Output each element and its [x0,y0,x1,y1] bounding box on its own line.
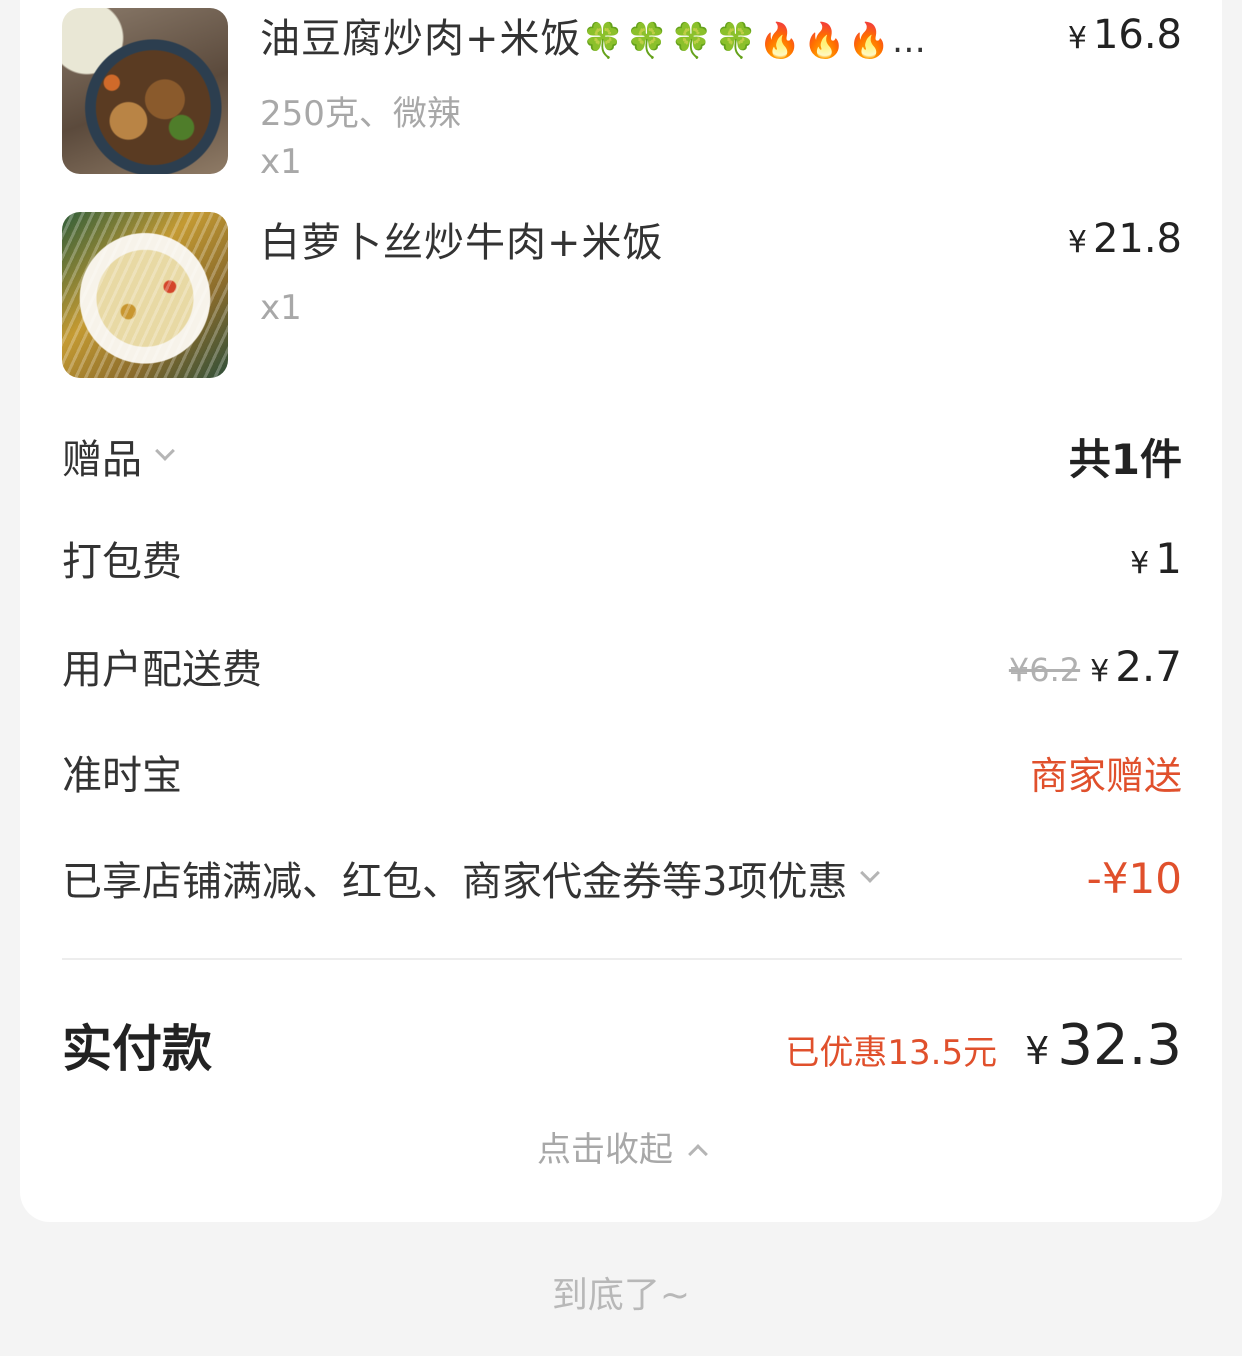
discounts-label: 已享店铺满减、红包、商家代金券等3项优惠 [62,849,881,907]
ontime-guarantee-value: 商家赠送 [1029,753,1182,798]
total-label: 实付款 [62,1020,212,1078]
delivery-fee-row: 用户配送费 ¥6.2 ¥2.7 [62,636,1182,696]
order-item[interactable]: 白萝卜丝炒牛肉+米饭 x1 ¥21.8 [62,212,1182,380]
chevron-up-icon [688,1144,708,1164]
item-spec: 250克、微辣 [260,94,461,134]
dish-tofu-pork-image [62,8,228,174]
item-quantity: x1 [260,288,302,328]
discounts-value: -¥10 [1086,853,1182,903]
item-quantity: x1 [260,142,302,182]
delivery-fee-value: ¥6.2 ¥2.7 [1008,641,1182,691]
item-name: 白萝卜丝炒牛肉+米饭 [260,220,664,266]
delivery-fee-label: 用户配送费 [62,647,262,693]
item-emoji-decoration: 🍀🍀🍀🍀🔥🔥🔥… [581,21,928,61]
gift-label: 赠品 [62,427,175,485]
ontime-guarantee-row: 准时宝 商家赠送 [62,742,1182,802]
packing-fee-value: ¥1 [1130,533,1182,583]
total-saved-note: 已优惠13.5元 [785,1032,998,1073]
total-row: 实付款 已优惠13.5元 ¥32.3 [62,1010,1182,1080]
delivery-original-price: ¥6.2 [1008,650,1081,689]
item-name: 油豆腐炒肉+米饭🍀🍀🍀🍀🔥🔥🔥… [260,16,928,62]
dish-radish-beef-image [62,212,228,378]
discounts-row[interactable]: 已享店铺满减、红包、商家代金券等3项优惠 -¥10 [62,848,1182,908]
total-value: 已优惠13.5元 ¥32.3 [785,1012,1182,1078]
chevron-down-icon [860,863,881,883]
packing-fee-label: 打包费 [62,539,182,585]
ontime-guarantee-label: 准时宝 [62,753,182,799]
gift-row[interactable]: 赠品 共1件 [62,426,1182,486]
chevron-down-icon [155,441,175,461]
end-of-list-text: 到底了~ [551,1275,691,1316]
divider [62,958,1182,960]
collapse-button[interactable]: 点击收起 [20,1122,1222,1171]
order-item[interactable]: 油豆腐炒肉+米饭🍀🍀🍀🍀🔥🔥🔥… 250克、微辣 x1 ¥16.8 [62,8,1182,182]
packing-fee-row: 打包费 ¥1 [62,528,1182,588]
item-price: ¥21.8 [1067,216,1182,262]
gift-count: 共1件 [1068,434,1182,484]
order-detail-card: 油豆腐炒肉+米饭🍀🍀🍀🍀🔥🔥🔥… 250克、微辣 x1 ¥16.8 白萝卜丝炒牛… [20,0,1222,1222]
item-price: ¥16.8 [1067,12,1182,58]
